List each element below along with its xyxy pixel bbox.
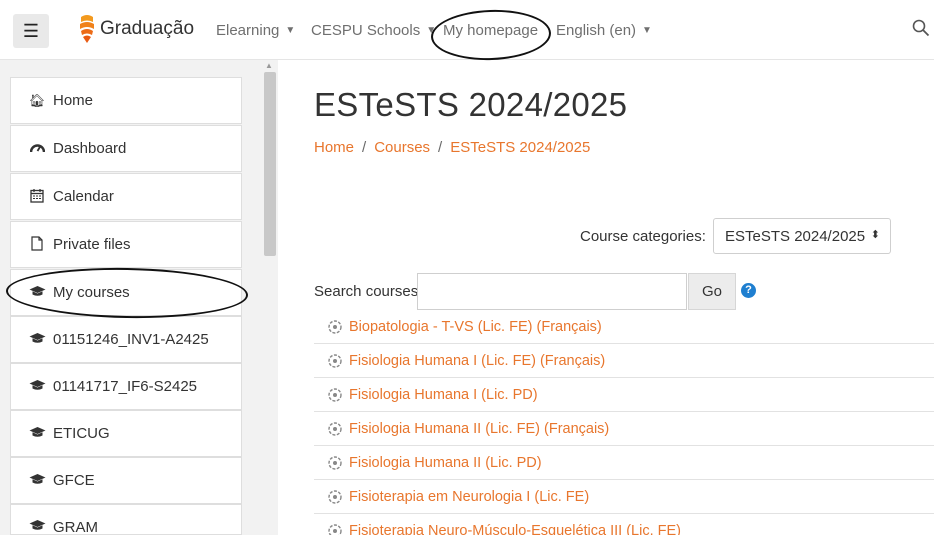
course-link[interactable]: Fisiologia Humana II (Lic. PD) <box>349 455 542 471</box>
breadcrumb-separator: / <box>438 139 443 156</box>
file-icon <box>28 235 46 254</box>
sidebar-item-private-files[interactable]: Private files <box>10 221 242 268</box>
help-icon[interactable]: ? <box>741 283 756 298</box>
course-categories-select[interactable]: ESTeSTS 2024/2025 ⬍ <box>713 218 891 254</box>
nav-elearning[interactable]: Elearning ▼ <box>216 22 295 39</box>
search-courses-label: Search courses <box>314 283 419 300</box>
sidebar-item-gfce[interactable]: GFCE <box>10 457 242 504</box>
home-icon: 🏠︎ <box>28 92 46 108</box>
course-category-icon <box>328 387 342 402</box>
sidebar-item-label: GFCE <box>53 472 95 489</box>
sidebar-item-label: 01141717_IF6-S2425 <box>53 378 198 395</box>
course-list-item: Fisioterapia em Neurologia I (Lic. FE) <box>314 480 934 514</box>
course-link[interactable]: Fisioterapia em Neurologia I (Lic. FE) <box>349 489 589 505</box>
sidebar-item-label: Home <box>53 92 94 109</box>
sidebar-item-my-courses[interactable]: My courses <box>10 269 242 316</box>
graduation-cap-icon <box>28 426 46 441</box>
sidebar-item-course-inv1[interactable]: 01151246_INV1-A2425 <box>10 316 242 363</box>
page-title: ESTeSTS 2024/2025 <box>314 86 628 123</box>
search-courses-input[interactable] <box>417 273 687 310</box>
course-list-item: Fisiologia Humana II (Lic. FE) (Français… <box>314 412 934 446</box>
sidebar-item-label: GRAM <box>53 519 98 536</box>
course-categories-value: ESTeSTS 2024/2025 <box>725 228 866 245</box>
nav-my-homepage[interactable]: My homepage <box>443 22 538 39</box>
course-category-icon <box>328 489 342 504</box>
course-categories-label: Course categories: <box>580 228 706 245</box>
go-button[interactable]: Go <box>688 273 736 310</box>
sidebar-item-label: Calendar <box>53 188 114 205</box>
course-link[interactable]: Fisiologia Humana I (Lic. FE) (Français) <box>349 353 605 369</box>
graduation-cap-icon <box>28 332 46 347</box>
sidebar-item-dashboard[interactable]: Dashboard <box>10 125 242 172</box>
course-link[interactable]: Fisiologia Humana II (Lic. FE) (Français… <box>349 421 609 437</box>
course-list-item: Fisiologia Humana I (Lic. FE) (Français) <box>314 344 934 378</box>
course-list-item: Fisiologia Humana I (Lic. PD) <box>314 378 934 412</box>
course-list-item: Fisioterapia Neuro-Músculo-Esquelética I… <box>314 514 934 535</box>
top-navbar: ☰ Graduação Elearning ▼ CESPU Schools ▼ My… <box>0 0 934 60</box>
caret-down-icon: ▼ <box>642 25 652 36</box>
nav-language[interactable]: English (en) ▼ <box>556 22 652 39</box>
nav-cespu-schools-label: CESPU Schools <box>311 22 421 39</box>
drawer-scrollbar-thumb[interactable] <box>264 72 276 256</box>
select-arrows-icon: ⬍ <box>870 229 880 241</box>
course-category-icon <box>328 353 342 368</box>
sidebar-item-home[interactable]: 🏠︎ Home <box>10 77 242 124</box>
graduation-cap-icon <box>28 473 46 488</box>
calendar-icon <box>28 188 46 206</box>
course-list-item: Biopatologia - T-VS (Lic. FE) (Français) <box>314 310 934 344</box>
nav-my-homepage-label: My homepage <box>443 22 539 39</box>
site-brand[interactable]: Graduação <box>100 18 194 40</box>
sidebar-item-label: My courses <box>53 284 130 301</box>
graduation-cap-icon <box>28 379 46 394</box>
dashboard-icon <box>28 141 46 157</box>
course-category-icon <box>328 319 342 334</box>
course-category-icon <box>328 524 342 535</box>
sidebar-item-label: Dashboard <box>53 140 127 157</box>
sidebar-item-label: Private files <box>53 236 131 253</box>
logo-icon[interactable] <box>78 14 96 44</box>
sidebar-item-eticug[interactable]: ETICUG <box>10 410 242 457</box>
breadcrumb-home[interactable]: Home <box>314 139 354 156</box>
graduation-cap-icon <box>28 285 46 300</box>
sidebar-item-label: 01151246_INV1-A2425 <box>53 331 209 348</box>
sidebar-item-gram[interactable]: GRAM <box>10 504 242 536</box>
nav-elearning-label: Elearning <box>216 22 280 39</box>
caret-down-icon: ▼ <box>285 25 296 36</box>
breadcrumb-courses[interactable]: Courses <box>374 139 430 156</box>
graduation-cap-icon <box>28 519 46 534</box>
caret-down-icon: ▼ <box>426 25 437 36</box>
course-link[interactable]: Fisiologia Humana I (Lic. PD) <box>349 387 538 403</box>
breadcrumb-separator: / <box>362 139 367 156</box>
course-category-icon <box>328 421 342 436</box>
hamburger-menu-button[interactable]: ☰ <box>13 14 49 48</box>
hamburger-icon: ☰ <box>22 20 40 41</box>
nav-cespu-schools[interactable]: CESPU Schools ▼ <box>311 22 436 39</box>
sidebar-item-calendar[interactable]: Calendar <box>10 173 242 220</box>
sidebar-item-label: ETICUG <box>53 425 110 442</box>
course-link[interactable]: Biopatologia - T-VS (Lic. FE) (Français) <box>349 319 602 335</box>
course-list-item: Fisiologia Humana II (Lic. PD) <box>314 446 934 480</box>
nav-language-label: English (en) <box>556 22 637 39</box>
course-link[interactable]: Fisioterapia Neuro-Músculo-Esquelética I… <box>349 523 681 535</box>
course-category-icon <box>328 455 342 470</box>
scroll-up-icon[interactable]: ▲ <box>265 61 273 70</box>
breadcrumb: Home / Courses / ESTeSTS 2024/2025 <box>314 139 590 156</box>
breadcrumb-current[interactable]: ESTeSTS 2024/2025 <box>450 139 590 156</box>
sidebar-item-course-if6[interactable]: 01141717_IF6-S2425 <box>10 363 242 410</box>
search-icon[interactable] <box>912 19 930 37</box>
